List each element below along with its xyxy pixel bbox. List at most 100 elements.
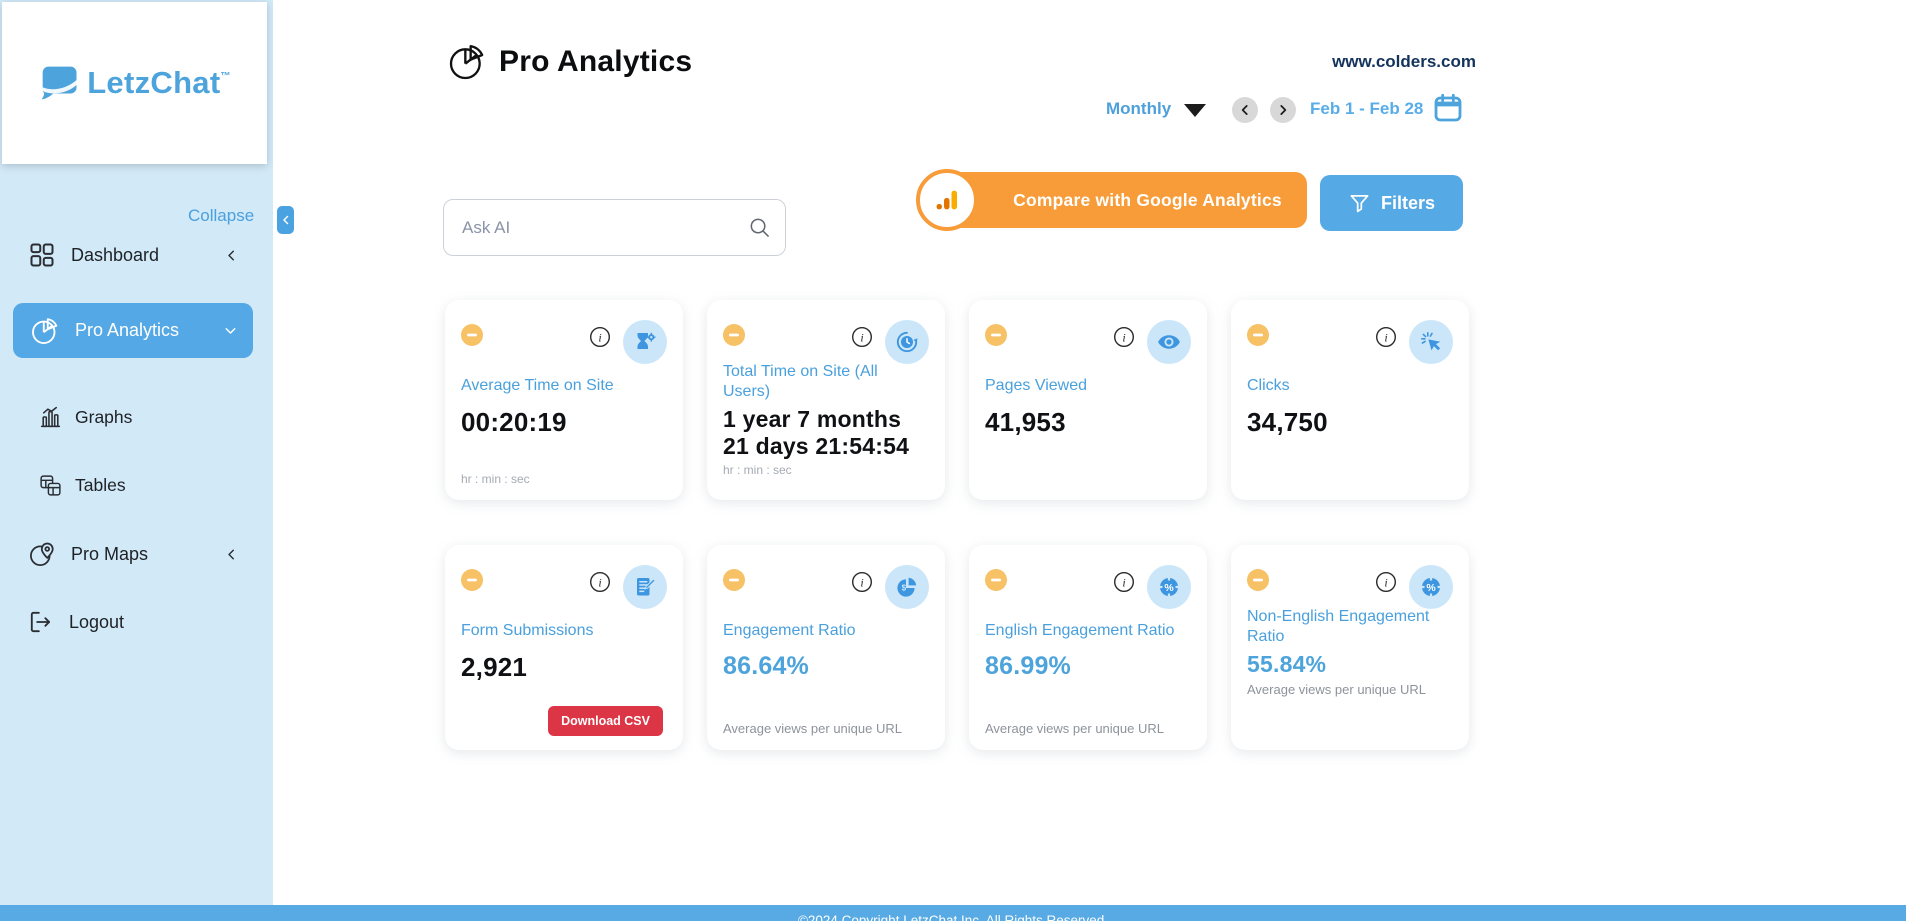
info-icon[interactable]: i <box>851 571 873 593</box>
minus-badge[interactable] <box>985 569 1007 591</box>
percent-icon: % <box>1409 565 1453 609</box>
compare-button-label: Compare with Google Analytics <box>946 172 1307 228</box>
compare-google-analytics-button[interactable]: Compare with Google Analytics <box>916 169 1307 231</box>
card-title[interactable]: Pages Viewed <box>985 376 1191 397</box>
sidebar-item-label: Pro Maps <box>71 544 148 565</box>
sidebar-item-tables[interactable]: Tables <box>38 470 228 500</box>
tables-icon <box>38 473 63 498</box>
svg-text:%: % <box>1426 582 1436 594</box>
card-subtext: Average views per unique URL <box>1247 682 1453 697</box>
card-engagement-ratio: i $ Engagement Ratio 86.64% Average view… <box>707 545 945 750</box>
next-period-button[interactable] <box>1270 97 1296 123</box>
card-clicks: i Clicks 34,750 <box>1231 300 1469 500</box>
info-icon[interactable]: i <box>851 326 873 348</box>
card-header-icons: i <box>851 320 929 364</box>
card-value: 86.99% <box>985 652 1191 681</box>
svg-text:i: i <box>598 331 601 345</box>
sidebar-item-label: Dashboard <box>71 245 159 266</box>
card-header-icons: i $ <box>851 565 929 609</box>
caret-down-icon[interactable] <box>1184 104 1206 117</box>
card-title[interactable]: Engagement Ratio <box>723 621 929 642</box>
card-header-icons: i % <box>1375 565 1453 609</box>
sidebar-item-pro-maps[interactable]: Pro Maps <box>28 538 240 570</box>
eye-icon <box>1147 320 1191 364</box>
card-value: 34,750 <box>1247 407 1453 437</box>
svg-text:i: i <box>860 576 863 590</box>
filters-button-label: Filters <box>1381 193 1435 214</box>
svg-text:%: % <box>1164 582 1174 594</box>
logo: LetzChat™ <box>2 2 267 164</box>
search-icon[interactable] <box>748 216 771 239</box>
svg-text:i: i <box>860 331 863 345</box>
svg-text:i: i <box>1122 576 1125 590</box>
logout-icon <box>28 609 54 635</box>
minus-badge[interactable] <box>1247 324 1269 346</box>
svg-text:$: $ <box>902 584 907 593</box>
collapse-link[interactable]: Collapse <box>188 206 254 226</box>
svg-text:i: i <box>1122 331 1125 345</box>
sidebar-item-label: Graphs <box>75 407 132 428</box>
card-header: i <box>461 320 667 364</box>
previous-period-button[interactable] <box>1232 97 1258 123</box>
sidebar-item-pro-analytics[interactable]: Pro Analytics <box>13 303 253 358</box>
card-subtext: hr : min : sec <box>461 472 667 486</box>
minus-badge[interactable] <box>723 569 745 591</box>
card-header-icons: i <box>1375 320 1453 364</box>
ask-ai-input[interactable] <box>443 199 786 256</box>
sidebar: LetzChat™ Collapse Dashboard <box>0 0 273 905</box>
pie-dollar-icon: $ <box>885 565 929 609</box>
card-title[interactable]: Clicks <box>1247 376 1453 397</box>
calendar-icon[interactable] <box>1432 92 1464 124</box>
collapse-toggle-button[interactable] <box>277 206 294 234</box>
sidebar-item-graphs[interactable]: Graphs <box>38 402 228 432</box>
card-non-english-engagement-ratio: i % Non-English Engagement Ratio 55.84% … <box>1231 545 1469 750</box>
card-english-engagement-ratio: i % English Engagement Ratio 86.99% Aver… <box>969 545 1207 750</box>
copyright-text: ©2024 Copyright LetzChat Inc. All Rights… <box>798 913 1108 921</box>
graphs-icon <box>38 405 63 430</box>
card-header-icons: i <box>589 320 667 364</box>
sidebar-item-logout[interactable]: Logout <box>28 607 218 637</box>
chevron-left-icon <box>1238 103 1252 117</box>
trademark: ™ <box>220 71 230 82</box>
date-range-label[interactable]: Feb 1 - Feb 28 <box>1310 99 1423 119</box>
info-icon[interactable]: i <box>1375 326 1397 348</box>
minus-badge[interactable] <box>461 324 483 346</box>
letzchat-bubble-icon <box>38 62 80 104</box>
card-title[interactable]: Total Time on Site (All Users) <box>723 362 929 402</box>
website-label: www.colders.com <box>1256 52 1476 72</box>
card-subtext: Average views per unique URL <box>723 721 929 736</box>
info-icon[interactable]: i <box>589 571 611 593</box>
card-subtext: hr : min : sec <box>723 463 929 477</box>
chevron-left-icon <box>223 247 240 264</box>
filters-button[interactable]: Filters <box>1320 175 1463 231</box>
info-icon[interactable]: i <box>1113 326 1135 348</box>
cursor-click-icon <box>1409 320 1453 364</box>
page-header: Pro Analytics <box>447 42 692 82</box>
card-value: 1 year 7 months 21 days 21:54:54 <box>723 406 929 459</box>
period-dropdown[interactable]: Monthly <box>1106 99 1171 119</box>
card-title[interactable]: Non-English Engagement Ratio <box>1247 607 1453 647</box>
card-form-submissions: i Form Submissions 2,921 Download CSV <box>445 545 683 750</box>
info-icon[interactable]: i <box>1375 571 1397 593</box>
minus-badge[interactable] <box>461 569 483 591</box>
download-csv-button[interactable]: Download CSV <box>548 706 663 736</box>
card-title[interactable]: Form Submissions <box>461 621 667 642</box>
maps-icon <box>28 540 56 568</box>
card-value: 55.84% <box>1247 651 1453 678</box>
info-icon[interactable]: i <box>1113 571 1135 593</box>
minus-badge[interactable] <box>723 324 745 346</box>
minus-badge[interactable] <box>1247 569 1269 591</box>
google-analytics-icon <box>916 169 978 231</box>
sidebar-item-dashboard[interactable]: Dashboard <box>28 240 240 270</box>
card-header: i <box>461 565 667 609</box>
card-title[interactable]: English Engagement Ratio <box>985 621 1191 642</box>
minus-badge[interactable] <box>985 324 1007 346</box>
logo-text: LetzChat™ <box>87 65 231 101</box>
card-average-time-on-site: i Average Time on Site 00:20:19 <box>445 300 683 500</box>
card-pages-viewed: i Pages Viewed 41,953 <box>969 300 1207 500</box>
dashboard-icon <box>28 241 56 269</box>
card-value: 41,953 <box>985 407 1191 437</box>
footer: ©2024 Copyright LetzChat Inc. All Rights… <box>0 905 1906 921</box>
card-title[interactable]: Average Time on Site <box>461 376 667 397</box>
info-icon[interactable]: i <box>589 326 611 348</box>
